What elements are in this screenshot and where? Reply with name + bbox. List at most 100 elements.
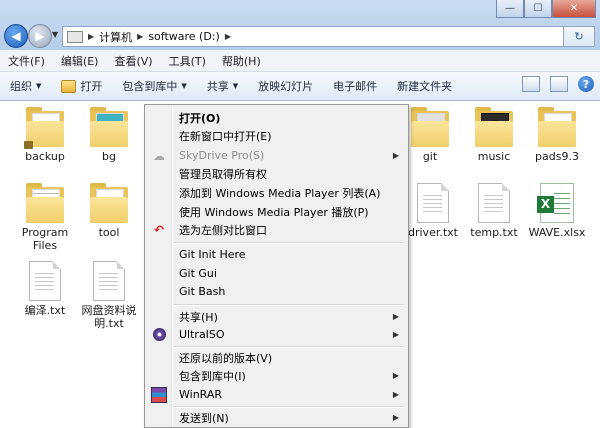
file-item-program-files[interactable]: Program Files — [14, 183, 76, 252]
submenu-arrow-icon: ▶ — [392, 390, 399, 399]
arrow-left-icon: ◀ — [11, 29, 21, 43]
include-library-button[interactable]: 包含到库中 ▼ — [112, 78, 196, 94]
submenu-arrow-icon: ▶ — [392, 312, 399, 321]
chevron-right-icon[interactable]: ▶ — [137, 32, 143, 41]
ctx-label: 打开(O) — [179, 111, 221, 125]
ctx-include-library[interactable]: 包含到库中(I) ▶ — [145, 366, 408, 385]
ctx-git-gui[interactable]: Git Gui — [145, 264, 408, 283]
new-folder-button[interactable]: 新建文件夹 — [387, 78, 462, 94]
file-item-backup[interactable]: backup — [14, 107, 76, 163]
ctx-label: 在新窗口中打开(E) — [179, 129, 272, 143]
folder-icon — [411, 107, 449, 147]
file-item-wangpan-txt[interactable]: 网盘资料说明.txt — [78, 261, 140, 330]
share-label: 共享 — [206, 80, 229, 93]
email-button[interactable]: 电子邮件 — [323, 78, 387, 94]
file-item-temp-txt[interactable]: temp.txt — [463, 183, 525, 239]
file-name: WAVE.xlsx — [528, 226, 586, 239]
refresh-button[interactable]: ↻ — [563, 26, 595, 47]
ctx-label: 发送到(N) — [179, 411, 229, 425]
file-name: bg — [102, 150, 116, 163]
ctx-ultraiso[interactable]: UltraISO ▶ — [145, 325, 408, 344]
ctx-add-wmp-list[interactable]: 添加到 Windows Media Player 列表(A) — [145, 183, 408, 202]
slideshow-label: 放映幻灯片 — [258, 80, 314, 93]
ctx-label: WinRAR — [179, 388, 223, 401]
undo-arrow-icon: ↶ — [153, 222, 165, 237]
ctx-open-new-window[interactable]: 在新窗口中打开(E) — [145, 126, 408, 145]
include-library-label: 包含到库中 — [122, 80, 178, 93]
file-name: tool — [98, 226, 120, 239]
ctx-skydrive-pro[interactable]: ☁ SkyDrive Pro(S) ▶ — [145, 146, 408, 165]
menu-view[interactable]: 查看(V) — [106, 53, 160, 69]
open-label: 打开 — [80, 80, 103, 93]
back-button[interactable]: ◀ — [4, 24, 28, 48]
ctx-restore-previous[interactable]: 还原以前的版本(V) — [145, 348, 408, 367]
ctx-winrar[interactable]: WinRAR ▶ — [145, 385, 408, 404]
menu-bar: 文件(F) 编辑(E) 查看(V) 工具(T) 帮助(H) — [0, 50, 600, 72]
breadcrumb-drive-d[interactable]: software (D:) — [148, 30, 220, 43]
ctx-share[interactable]: 共享(H) ▶ — [145, 307, 408, 326]
ctx-label: UltraISO — [179, 328, 225, 341]
title-bar: — ☐ ✕ ◀ ▶ ▼ ▶ 计算机 ▶ software (D:) ▶ ↻ — [0, 0, 600, 50]
ctx-label: 选为左侧对比窗口 — [179, 223, 267, 237]
share-button[interactable]: 共享 ▼ — [197, 78, 248, 94]
close-button[interactable]: ✕ — [552, 0, 596, 18]
file-item-bianze-txt[interactable]: 编泽.txt — [14, 261, 76, 317]
window-controls: — ☐ ✕ — [496, 0, 596, 18]
address-bar[interactable]: ▶ 计算机 ▶ software (D:) ▶ ↻ — [62, 26, 595, 47]
folder-open-icon — [61, 79, 77, 93]
excel-file-icon: X — [537, 183, 574, 223]
minimize-button[interactable]: — — [496, 0, 524, 18]
menu-tools[interactable]: 工具(T) — [161, 53, 214, 69]
folder-icon — [26, 183, 64, 223]
ctx-open[interactable]: 打开(O) — [145, 108, 408, 127]
file-item-wave-xlsx[interactable]: X WAVE.xlsx — [526, 183, 588, 239]
file-item-tool[interactable]: tool — [78, 183, 140, 239]
ctx-label: 管理员取得所有权 — [179, 167, 267, 181]
open-button[interactable]: 打开 — [51, 78, 112, 94]
ctx-git-init[interactable]: Git Init Here — [145, 245, 408, 264]
chevron-right-icon[interactable]: ▶ — [225, 32, 231, 41]
ctx-label: SkyDrive Pro(S) — [179, 149, 265, 162]
menu-file[interactable]: 文件(F) — [0, 53, 53, 69]
forward-button[interactable]: ▶ — [28, 24, 52, 48]
file-name: pads9.3 — [535, 150, 579, 163]
file-name: driver.txt — [408, 226, 458, 239]
organize-button[interactable]: 组织 ▼ — [0, 78, 51, 94]
ctx-select-left-compare[interactable]: ↶ 选为左侧对比窗口 — [145, 220, 408, 239]
file-item-pads93[interactable]: pads9.3 — [526, 107, 588, 163]
text-file-icon — [417, 183, 449, 223]
file-item-bg[interactable]: bg — [78, 107, 140, 163]
ctx-label: Git Init Here — [179, 248, 246, 261]
submenu-arrow-icon: ▶ — [392, 151, 399, 160]
lock-icon — [24, 141, 33, 149]
ctx-git-bash[interactable]: Git Bash — [145, 282, 408, 301]
file-item-music[interactable]: music — [463, 107, 525, 163]
context-menu: 打开(O) 在新窗口中打开(E) ☁ SkyDrive Pro(S) ▶ 管理员… — [144, 104, 409, 428]
ctx-play-wmp[interactable]: 使用 Windows Media Player 播放(P) — [145, 202, 408, 221]
text-file-icon — [29, 261, 61, 301]
file-item-driver-txt[interactable]: driver.txt — [402, 183, 464, 239]
folder-icon — [538, 107, 576, 147]
chevron-down-icon: ▼ — [232, 82, 239, 90]
slideshow-button[interactable]: 放映幻灯片 — [248, 78, 323, 94]
preview-pane-icon[interactable] — [550, 76, 568, 92]
recent-pages-dropdown[interactable]: ▼ — [52, 30, 58, 39]
maximize-button[interactable]: ☐ — [524, 0, 552, 18]
menu-help[interactable]: 帮助(H) — [214, 53, 269, 69]
menu-separator — [174, 242, 404, 244]
folder-icon — [475, 107, 513, 147]
view-options-icon[interactable] — [522, 76, 540, 92]
folder-icon — [90, 183, 128, 223]
winrar-icon — [151, 386, 167, 403]
text-file-icon — [93, 261, 125, 301]
ctx-label: Git Bash — [179, 285, 226, 298]
chevron-right-icon[interactable]: ▶ — [88, 32, 94, 41]
ultraiso-disc-icon — [151, 328, 167, 342]
breadcrumb-computer[interactable]: 计算机 — [99, 29, 132, 45]
ctx-take-ownership[interactable]: 管理员取得所有权 — [145, 164, 408, 183]
menu-edit[interactable]: 编辑(E) — [53, 53, 107, 69]
ctx-label: 共享(H) — [179, 310, 218, 324]
file-name: 网盘资料说明.txt — [81, 304, 137, 330]
help-icon[interactable]: ? — [578, 76, 594, 92]
ctx-send-to[interactable]: 发送到(N) ▶ — [145, 408, 408, 427]
